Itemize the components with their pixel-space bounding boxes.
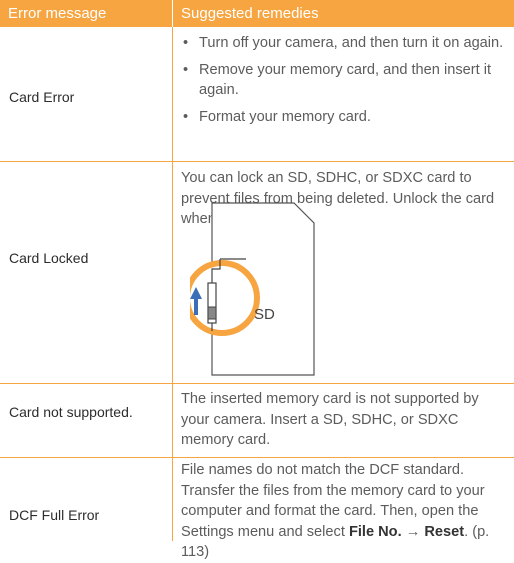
column-divider — [172, 27, 173, 541]
remedy-card-error: Turn off your camera, and then turn it o… — [181, 33, 509, 133]
lock-switch — [207, 306, 217, 320]
error-label-dcf-full: DCF Full Error — [9, 507, 100, 523]
remedy-dcf-full: File names do not match the DCF standard… — [181, 460, 509, 563]
column-header-suggested-remedies: Suggested remedies — [173, 0, 514, 27]
error-label-card-error: Card Error — [9, 89, 75, 105]
remedy-card-not-supported: The inserted memory card is not supporte… — [181, 391, 479, 448]
error-label-card-locked: Card Locked — [9, 250, 89, 266]
error-label-card-not-supported: Card not supported. — [9, 404, 133, 420]
remedy-bullet: Remove your memory card, and then insert… — [181, 60, 509, 101]
menu-item-file-no: File No. — [348, 523, 402, 540]
menu-item-reset: Reset — [424, 523, 465, 540]
sd-card-illustration: SD — [190, 202, 315, 376]
arrow-symbol: → — [401, 523, 425, 540]
remedy-bullet: Turn off your camera, and then turn it o… — [181, 33, 509, 54]
row-divider — [0, 161, 514, 162]
row-divider — [0, 457, 514, 458]
row-divider — [0, 383, 514, 384]
column-header-error-message: Error message — [0, 0, 172, 27]
remedy-bullet: Format your memory card. — [181, 107, 509, 128]
sd-label: SD — [254, 306, 275, 323]
